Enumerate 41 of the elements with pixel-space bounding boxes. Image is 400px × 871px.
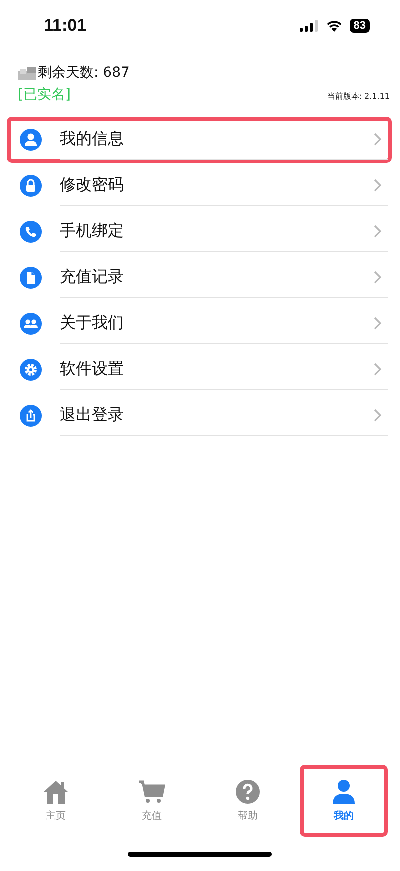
chevron-right-icon: [374, 409, 382, 422]
person-icon: [330, 779, 358, 805]
menu-label: 充值记录: [60, 267, 124, 288]
menu-label: 我的信息: [60, 129, 124, 150]
settings-icon: [20, 359, 42, 381]
menu-item[interactable]: 软件设置: [7, 347, 392, 393]
share-icon: [20, 405, 42, 427]
chevron-right-icon: [374, 271, 382, 284]
avatar-thumbnail-icon: [18, 66, 36, 80]
house-icon: [42, 779, 70, 805]
wifi-icon: [326, 20, 343, 32]
status-time: 11:01: [44, 16, 87, 36]
version-text: 当前版本: 2.1.11: [327, 91, 390, 103]
menu-label: 手机绑定: [60, 221, 124, 242]
battery-indicator: 83: [350, 19, 370, 33]
chevron-right-icon: [374, 179, 382, 192]
help-icon: [234, 779, 262, 805]
chevron-right-icon: [374, 363, 382, 376]
menu-item[interactable]: 关于我们: [7, 301, 392, 347]
menu-label: 关于我们: [60, 313, 124, 334]
menu-item[interactable]: 修改密码: [7, 163, 392, 209]
signal-icon: [300, 20, 319, 32]
menu-label: 退出登录: [60, 405, 124, 426]
menu-label: 修改密码: [60, 175, 124, 196]
lock-icon: [20, 175, 42, 197]
chevron-right-icon: [374, 225, 382, 238]
tab-item[interactable]: 我的: [300, 765, 388, 837]
document-icon: [20, 267, 42, 289]
menu-label: 软件设置: [60, 359, 124, 380]
chevron-right-icon: [374, 317, 382, 330]
verification-status: [已实名]: [18, 86, 71, 104]
phone-icon: [20, 221, 42, 243]
remaining-days-text: 剩余天数: 687: [38, 64, 130, 82]
people-icon: [20, 313, 42, 335]
cart-icon: [138, 779, 166, 805]
person-icon: [20, 129, 42, 151]
menu-item[interactable]: 退出登录: [7, 393, 392, 439]
menu-item[interactable]: 充值记录: [7, 255, 392, 301]
chevron-right-icon: [374, 133, 382, 146]
menu-item[interactable]: 手机绑定: [7, 209, 392, 255]
menu-item[interactable]: 我的信息: [7, 117, 392, 163]
